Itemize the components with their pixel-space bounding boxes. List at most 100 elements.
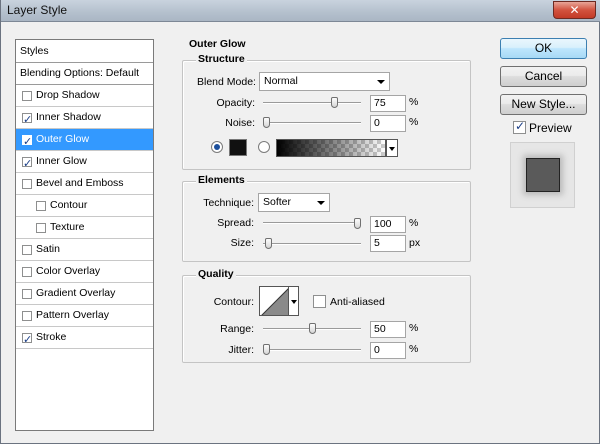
noise-input[interactable]: 0 xyxy=(370,115,406,132)
window-title: Layer Style xyxy=(7,3,68,17)
style-enable-checkbox[interactable] xyxy=(22,110,32,131)
styles-list-item-label: Texture xyxy=(50,221,85,233)
anti-aliased-checkbox[interactable] xyxy=(313,295,326,308)
styles-list-item-label: Pattern Overlay xyxy=(36,309,109,321)
range-label: Range: xyxy=(220,323,254,335)
noise-slider[interactable] xyxy=(263,122,361,124)
outer-glow-title: Outer Glow xyxy=(187,38,248,50)
size-unit: px xyxy=(409,237,421,249)
layer-style-dialog: Layer Style ✕ Styles Blending Options: D… xyxy=(0,0,600,444)
styles-list-item[interactable]: Blending Options: Default xyxy=(16,63,153,85)
range-slider-thumb[interactable] xyxy=(308,323,316,334)
range-input[interactable]: 50 xyxy=(370,321,406,338)
spread-slider-thumb[interactable] xyxy=(354,218,361,229)
jitter-unit: % xyxy=(409,343,419,355)
style-enable-checkbox[interactable] xyxy=(36,223,46,233)
elements-title: Elements xyxy=(196,174,247,186)
size-slider-thumb[interactable] xyxy=(264,238,272,249)
contour-label: Contour: xyxy=(213,296,254,308)
blend-mode-value: Normal xyxy=(264,75,298,87)
glow-color-swatch[interactable] xyxy=(229,139,247,156)
preview-checkbox[interactable] xyxy=(513,119,526,134)
opacity-slider[interactable] xyxy=(263,102,361,104)
styles-list-item[interactable]: Inner Shadow xyxy=(16,107,153,131)
chevron-down-icon xyxy=(291,300,297,304)
style-enable-checkbox[interactable] xyxy=(22,289,32,299)
styles-list-item[interactable]: Stroke xyxy=(16,327,153,351)
opacity-slider-thumb[interactable] xyxy=(331,97,339,108)
close-button[interactable]: ✕ xyxy=(553,1,596,19)
title-bar[interactable]: Layer Style ✕ xyxy=(1,0,600,22)
styles-list-item-label: Outer Glow xyxy=(36,133,90,145)
styles-list-item[interactable]: Satin xyxy=(16,239,153,261)
jitter-slider-thumb[interactable] xyxy=(263,344,270,355)
solid-color-radio[interactable] xyxy=(211,141,223,153)
noise-unit: % xyxy=(409,116,419,128)
styles-list-item-label: Drop Shadow xyxy=(36,89,100,101)
styles-list-item[interactable]: Gradient Overlay xyxy=(16,283,153,305)
opacity-input[interactable]: 75 xyxy=(370,95,406,112)
styles-list-item[interactable]: Inner Glow xyxy=(16,151,153,175)
styles-list-item[interactable]: Bevel and Emboss xyxy=(16,173,153,195)
noise-slider-thumb[interactable] xyxy=(263,117,270,128)
style-enable-checkbox[interactable] xyxy=(22,154,32,175)
new-style-button[interactable]: New Style... xyxy=(500,94,587,115)
styles-list-item-label: Gradient Overlay xyxy=(36,287,116,299)
blend-mode-select[interactable]: Normal xyxy=(259,72,390,91)
noise-label: Noise: xyxy=(225,117,255,129)
blend-mode-label: Blend Mode: xyxy=(197,76,256,88)
chevron-down-icon xyxy=(317,201,325,205)
style-preview xyxy=(510,142,575,208)
style-enable-checkbox[interactable] xyxy=(22,267,32,277)
size-label: Size: xyxy=(230,237,254,249)
range-unit: % xyxy=(409,322,419,334)
styles-list-item[interactable]: Outer Glow xyxy=(16,129,153,153)
style-enable-checkbox[interactable] xyxy=(22,330,32,351)
styles-list: Styles Blending Options: Default Drop Sha… xyxy=(15,39,154,431)
contour-preview[interactable] xyxy=(259,286,289,316)
spread-label: Spread: xyxy=(217,217,254,229)
styles-list-item[interactable]: Drop Shadow xyxy=(16,85,153,107)
chevron-down-icon xyxy=(389,147,395,151)
jitter-slider[interactable] xyxy=(263,349,361,351)
style-enable-checkbox[interactable] xyxy=(22,311,32,321)
styles-list-item[interactable]: Texture xyxy=(16,217,153,239)
size-slider[interactable] xyxy=(263,243,361,245)
styles-list-item-label: Contour xyxy=(50,199,88,211)
cancel-button[interactable]: Cancel xyxy=(500,66,587,87)
style-enable-checkbox[interactable] xyxy=(36,201,46,211)
gradient-radio[interactable] xyxy=(258,141,270,153)
styles-list-item[interactable]: Pattern Overlay xyxy=(16,305,153,327)
preview-swatch xyxy=(526,158,560,192)
styles-list-item-label: Bevel and Emboss xyxy=(36,177,124,189)
styles-list-item-label: Satin xyxy=(36,243,60,255)
close-icon: ✕ xyxy=(569,3,580,17)
style-enable-checkbox[interactable] xyxy=(22,91,32,101)
contour-dropdown[interactable] xyxy=(289,286,299,316)
technique-label: Technique: xyxy=(203,197,254,209)
spread-input[interactable]: 100 xyxy=(370,216,406,233)
jitter-label: Jitter: xyxy=(228,344,254,356)
spread-slider[interactable] xyxy=(263,222,361,224)
spread-unit: % xyxy=(409,217,419,229)
preview-label: Preview xyxy=(529,121,572,135)
size-input[interactable]: 5 xyxy=(370,235,406,252)
technique-select[interactable]: Softer xyxy=(258,193,330,212)
style-enable-checkbox[interactable] xyxy=(22,132,32,153)
styles-list-item-label: Stroke xyxy=(36,331,67,343)
gradient-dropdown[interactable] xyxy=(386,139,398,157)
opacity-unit: % xyxy=(409,96,419,108)
glow-gradient-preview[interactable] xyxy=(276,139,386,157)
ok-button[interactable]: OK xyxy=(500,38,587,59)
technique-value: Softer xyxy=(263,196,292,208)
structure-title: Structure xyxy=(196,53,247,65)
styles-list-item-label: Color Overlay xyxy=(36,265,101,277)
styles-list-item[interactable]: Color Overlay xyxy=(16,261,153,283)
contour-curve-icon xyxy=(261,288,288,315)
style-enable-checkbox[interactable] xyxy=(22,179,32,189)
styles-header-label: Styles xyxy=(20,45,49,57)
style-enable-checkbox[interactable] xyxy=(22,245,32,255)
styles-header[interactable]: Styles xyxy=(16,40,153,63)
styles-list-item[interactable]: Contour xyxy=(16,195,153,217)
jitter-input[interactable]: 0 xyxy=(370,342,406,359)
